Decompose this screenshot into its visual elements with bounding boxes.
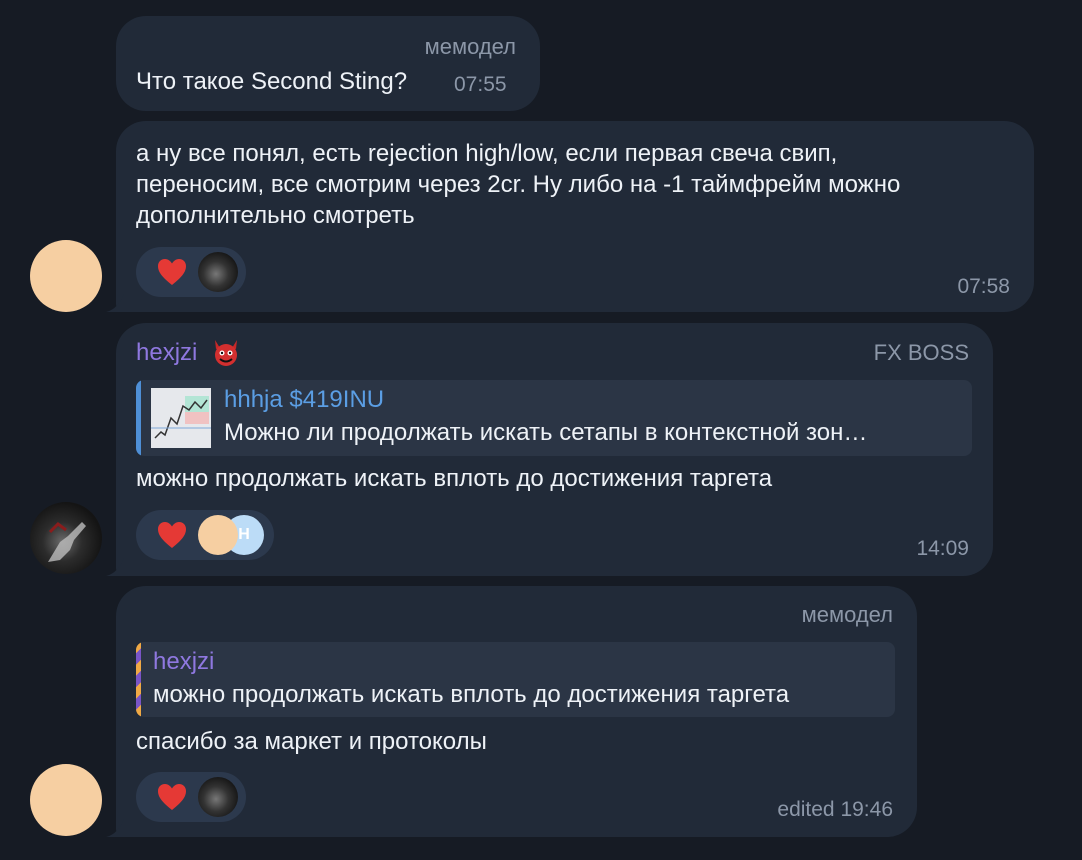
heart-reaction-icon[interactable]: [156, 782, 188, 812]
heart-reaction-icon[interactable]: [156, 257, 188, 287]
chat-area: мемодел Что такое Second Sting? 07:55 а …: [0, 0, 1082, 860]
user-avatar[interactable]: [30, 502, 102, 574]
heart-reaction-icon[interactable]: [156, 520, 188, 550]
reply-text: Можно ли продолжать искать сетапы в конт…: [224, 419, 868, 446]
sender-name[interactable]: мемодел: [802, 602, 893, 628]
reactor-avatar[interactable]: [198, 252, 238, 292]
user-avatar[interactable]: [30, 240, 102, 312]
reply-accent-bar: [136, 642, 141, 717]
user-avatar[interactable]: [30, 764, 102, 836]
message-text: Что такое Second Sting?: [136, 68, 408, 95]
bubble-tail: [106, 819, 124, 837]
message-bubble[interactable]: мемодел Что такое Second Sting? 07:55: [116, 16, 540, 111]
reply-preview[interactable]: hexjzi можно продолжать искать вплоть до…: [136, 642, 895, 717]
member-tag: FX BOSS: [873, 340, 969, 365]
reactor-avatar[interactable]: [198, 515, 238, 555]
reply-sender-name: hexjzi: [153, 648, 215, 675]
reply-sender-name: hhhja $419INU: [224, 386, 385, 413]
sender-name[interactable]: hexjzi: [136, 339, 197, 367]
reactor-avatar[interactable]: [198, 777, 238, 817]
message-text: можно продолжать искать вплоть до достиж…: [136, 465, 773, 492]
reactions-bar[interactable]: [136, 772, 246, 822]
message-text: спасибо за маркет и протоколы: [136, 728, 487, 755]
user-photo-image: [48, 522, 86, 562]
chart-thumbnail-image: [151, 388, 211, 448]
sender-name[interactable]: мемодел: [425, 34, 516, 60]
message-time: edited 19:46: [777, 798, 893, 821]
devil-emoji-icon: [215, 340, 237, 366]
message-time: 07:55: [454, 73, 507, 96]
message-bubble[interactable]: а ну все понял, есть rejection high/low,…: [116, 121, 1034, 312]
message-time: 07:58: [957, 275, 1010, 298]
bubble-tail: [106, 294, 124, 312]
reply-preview[interactable]: hhhja $419INU Можно ли продолжать искать…: [136, 380, 972, 456]
reactions-bar[interactable]: H: [136, 510, 274, 560]
message-bubble[interactable]: мемодел hexjzi можно продолжать искать в…: [116, 586, 917, 837]
reply-accent-bar: [136, 380, 141, 456]
message-text: а ну все понял, есть rejection high/low,…: [136, 140, 901, 229]
reactions-bar[interactable]: [136, 247, 246, 297]
message-time: 14:09: [916, 537, 969, 560]
bubble-tail: [106, 558, 124, 576]
message-bubble[interactable]: hexjzi FX BOSS hhhja $419INU Можно ли пр…: [116, 323, 993, 576]
reply-text: можно продолжать искать вплоть до достиж…: [153, 681, 790, 708]
